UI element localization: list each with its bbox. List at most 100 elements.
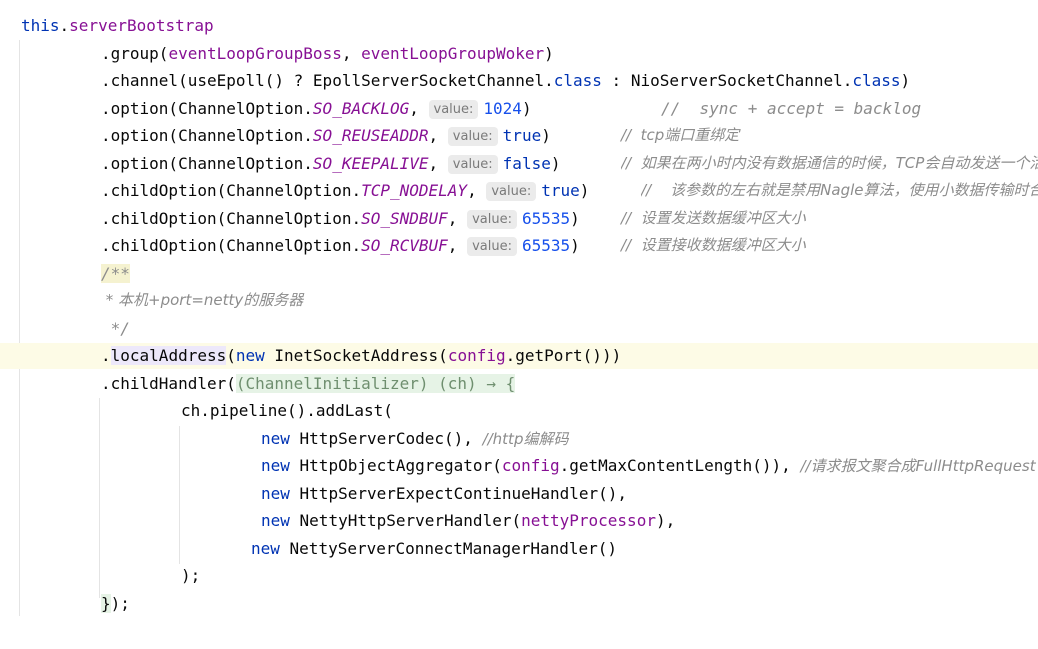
code-token: HttpObjectAggregator( [289,456,502,475]
code-token: .childOption(ChannelOption. [101,236,362,255]
doc-comment-start: /** [101,260,130,287]
code-token: ) [900,71,911,90]
code-token: ), [655,511,676,530]
code-token: .group( [101,44,169,63]
code-token: , [428,126,448,145]
code-line[interactable]: .childOption(ChannelOption.SO_SNDBUF, va… [101,205,580,232]
indent-guide [179,426,180,564]
keyword: false [502,154,551,173]
code-token: , [447,209,468,228]
code-token: .channel(useEpoll() ? EpollServerSocketC… [101,71,554,90]
code-token: , [467,181,487,200]
keyword: this [21,16,60,35]
code-line[interactable]: .group(eventLoopGroupBoss, eventLoopGrou… [101,40,554,67]
code-token: .childOption(ChannelOption. [101,181,362,200]
code-token: ) [544,44,554,63]
code-token: .option(ChannelOption. [101,99,313,118]
code-editor[interactable]: this.serverBootstrap .group(eventLoopGro… [0,0,1038,649]
code-token: ); [181,566,201,585]
code-token: , [447,236,468,255]
code-token: ) [579,181,590,200]
static-field-token: TCP_NODELAY [361,181,468,200]
line-comment: // 设置发送数据缓冲区大小 [621,209,806,227]
keyword: class [852,71,901,90]
code-token: ) [570,236,580,255]
field-token: serverBootstrap [69,16,214,35]
code-token: , [341,44,362,63]
code-token: ) [550,154,561,173]
code-line[interactable]: .option(ChannelOption.SO_BACKLOG, value:… [101,95,532,122]
line-comment: // 该参数的左右就是禁用Nagle算法，使用小数据传输时合并 [641,181,1038,199]
doc-comment-end: */ [101,319,130,338]
code-line[interactable]: new HttpServerExpectContinueHandler(), [261,480,627,507]
keyword: true [502,126,542,145]
line-comment: // tcp端口重绑定 [621,126,740,144]
matching-brace-highlight: } [101,594,111,613]
indent-guide [99,398,100,598]
keyword: new [235,346,265,365]
code-token: ) [570,209,580,228]
code-token: . [101,346,111,365]
parameter-hint: value: [447,155,498,174]
parameter-hint: value: [467,210,517,229]
static-field-token: SO_BACKLOG [312,99,410,118]
line-comment: // sync + accept = backlog [661,99,922,118]
code-token: .childHandler( [101,374,236,393]
method-usage-highlight: localAddress [110,346,227,365]
indent-guide [19,40,20,616]
static-field-token: SO_SNDBUF [361,209,448,228]
keyword: true [541,181,580,200]
code-token: ch.pipeline().addLast( [181,401,393,420]
code-line[interactable]: ch.pipeline().addLast( [181,397,393,424]
number-literal: 65535 [521,236,571,255]
code-token: InetSocketAddress( [264,346,448,365]
code-line[interactable]: .localAddress(new InetSocketAddress(conf… [101,342,621,369]
code-token: , [428,154,448,173]
code-token: ) [541,126,551,145]
keyword: new [261,456,290,475]
keyword: class [553,71,602,90]
code-line[interactable]: this.serverBootstrap [21,12,214,39]
line-comment: //请求报文聚合成FullHttpRequest [800,457,1036,475]
code-token: ); [110,594,130,613]
number-literal: 1024 [483,99,522,118]
code-line[interactable]: .childOption(ChannelOption.SO_RCVBUF, va… [101,232,580,259]
parameter-hint: value: [467,237,517,256]
code-token: .childOption(ChannelOption. [101,209,362,228]
field-token: config [501,456,560,475]
code-line[interactable]: new HttpServerCodec(), //http编解码 [261,425,568,452]
code-line[interactable]: }); [101,590,130,617]
code-line[interactable]: .childHandler((ChannelInitializer) (ch) … [101,370,516,397]
code-line[interactable]: .option(ChannelOption.SO_REUSEADDR, valu… [101,122,551,149]
code-line[interactable]: new HttpObjectAggregator(config.getMaxCo… [261,452,1038,479]
static-field-token: SO_RCVBUF [361,236,448,255]
code-token: NettyHttpServerHandler( [289,511,522,530]
doc-comment-line: * 本机+port=netty的服务器 [101,291,304,309]
code-token: .getPort())) [505,346,622,365]
field-token: nettyProcessor [521,511,656,530]
code-line[interactable]: ); [181,562,200,589]
parameter-hint: value: [428,100,479,119]
code-line[interactable]: new NettyHttpServerHandler(nettyProcesso… [261,507,675,534]
code-token: , [409,99,429,118]
keyword: new [261,429,290,448]
keyword: new [251,539,280,558]
code-line[interactable]: new NettyServerConnectManagerHandler() [251,535,617,562]
code-token: .getMaxContentLength()), [559,456,801,475]
lambda-folded-hint: (ChannelInitializer) (ch) → { [235,374,516,393]
keyword: new [261,484,290,503]
line-comment: //http编解码 [482,430,569,448]
field-token: config [447,346,506,365]
code-token: ( [226,346,236,365]
code-line[interactable]: .option(ChannelOption.SO_KEEPALIVE, valu… [101,150,560,177]
code-token: HttpServerExpectContinueHandler(), [289,484,628,503]
static-field-token: SO_KEEPALIVE [312,154,429,173]
code-line[interactable]: .childOption(ChannelOption.TCP_NODELAY, … [101,177,589,204]
code-token: . [59,16,70,35]
number-literal: 65535 [521,209,571,228]
code-token: .option(ChannelOption. [101,126,313,145]
code-token: HttpServerCodec(), [289,429,483,448]
field-token: eventLoopGroupWoker [361,44,545,63]
line-comment: // 如果在两小时内没有数据通信的时候，TCP会自动发送一个活动探测数据报文 [621,154,1038,172]
code-line[interactable]: .channel(useEpoll() ? EpollServerSocketC… [101,67,910,94]
